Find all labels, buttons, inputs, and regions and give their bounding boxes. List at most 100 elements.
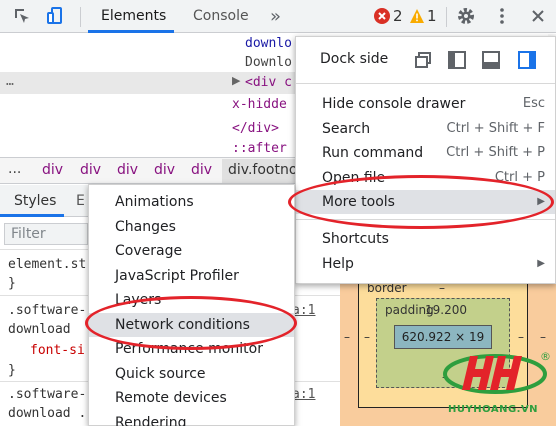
tab-console[interactable]: Console [193, 0, 249, 33]
submenu-item-changes[interactable]: Changes [89, 215, 294, 239]
menu-item-label: More tools [322, 194, 395, 210]
submenu-item-network-conditions[interactable]: Network conditions [89, 313, 294, 337]
breadcrumb-item[interactable]: div [42, 162, 63, 178]
menu-separator [296, 219, 555, 220]
filter-placeholder: Filter [11, 226, 46, 242]
menu-item-label: Quick source [115, 366, 206, 382]
submenu-item-quick-source[interactable]: Quick source [89, 362, 294, 386]
css-selector[interactable]: element.st [8, 257, 86, 272]
dom-line[interactable]: x-hidde [232, 97, 287, 112]
warning-count[interactable]: 1 [427, 7, 437, 25]
border-right-value[interactable]: – [518, 330, 524, 344]
source-link[interactable]: a:1 [292, 387, 315, 402]
dom-line[interactable]: </div> [232, 121, 279, 136]
css-selector-cont[interactable]: download [8, 322, 71, 337]
dom-line[interactable]: downlo [245, 36, 292, 51]
submenu-item-rendering[interactable]: Rendering [89, 411, 294, 426]
inspect-element-icon[interactable] [12, 6, 32, 26]
warning-icon [409, 8, 425, 28]
dock-left-icon[interactable] [448, 51, 466, 73]
close-icon[interactable] [528, 6, 548, 26]
more-tools-submenu: Animations Changes Coverage JavaScript P… [88, 184, 295, 426]
menu-item-shortcut: Ctrl + Shift + P [446, 145, 545, 160]
menu-item-label: Animations [115, 194, 194, 210]
dom-tree: downlo Downlo … ▶ <div c x-hidde </div> … [0, 34, 300, 156]
toolbar-separator [80, 7, 81, 27]
submenu-item-animations[interactable]: Animations [89, 190, 294, 214]
css-brace: } [8, 276, 16, 291]
dom-line[interactable]: <div c [245, 75, 292, 90]
devtools-toolbar: Elements Console » 2 1 [0, 0, 556, 33]
ellipsis-button[interactable]: … [6, 74, 14, 89]
huyhoang-watermark-logo: ® HUYHOANG.VN [440, 348, 556, 426]
menu-item-label: Search [322, 121, 371, 137]
submenu-item-javascript-profiler[interactable]: JavaScript Profiler [89, 264, 294, 288]
more-tabs-button[interactable]: » [270, 0, 281, 33]
breadcrumb-ellipsis[interactable]: ... [8, 161, 21, 177]
menu-item-run-command[interactable]: Run command Ctrl + Shift + P [296, 141, 555, 165]
dock-undock-icon[interactable] [414, 51, 432, 73]
menu-item-help[interactable]: Help ▶ [296, 252, 555, 276]
dock-right-icon[interactable] [518, 51, 536, 73]
menu-item-label: Coverage [115, 243, 183, 259]
breadcrumb-current[interactable]: div.footno [228, 162, 297, 178]
submenu-arrow-icon: ▶ [537, 258, 545, 269]
menu-item-hide-console-drawer[interactable]: Hide console drawer Esc [296, 92, 555, 116]
menu-item-label: Rendering [115, 415, 187, 426]
filter-input[interactable]: Filter [4, 223, 88, 245]
menu-item-label: JavaScript Profiler [115, 268, 239, 284]
menu-item-label: Help [322, 256, 354, 272]
tab-event-listeners[interactable]: E [76, 193, 85, 209]
css-selector[interactable]: .software- [8, 303, 86, 318]
css-selector[interactable]: .software- [8, 387, 86, 402]
css-brace: } [8, 363, 16, 378]
menu-item-label: Hide console drawer [322, 96, 466, 112]
tab-elements[interactable]: Elements [101, 0, 166, 33]
submenu-arrow-icon: ▶ [537, 196, 545, 207]
dom-line[interactable]: Downlo [245, 55, 292, 70]
css-property[interactable]: font-si [30, 343, 85, 358]
menu-item-shortcuts[interactable]: Shortcuts [296, 227, 555, 251]
breadcrumb-item[interactable]: div [191, 162, 212, 178]
tab-styles[interactable]: Styles [14, 193, 56, 209]
submenu-item-layers[interactable]: Layers [89, 288, 294, 312]
margin-left-value[interactable]: – [344, 330, 350, 344]
error-icon [374, 8, 390, 24]
settings-gear-icon[interactable] [456, 6, 476, 26]
margin-right-value[interactable]: – [540, 330, 546, 344]
registered-mark: ® [540, 350, 551, 363]
dom-line[interactable]: ::after [232, 141, 287, 156]
menu-item-label: Changes [115, 219, 176, 235]
submenu-item-coverage[interactable]: Coverage [89, 239, 294, 263]
active-tab-indicator [88, 30, 174, 33]
breadcrumb-item[interactable]: div [80, 162, 101, 178]
source-link[interactable]: a:1 [292, 303, 315, 318]
border-left-value[interactable]: – [364, 330, 370, 344]
breadcrumb: ... div div div div div div.footno [0, 157, 300, 184]
menu-item-shortcut: Esc [522, 96, 545, 111]
menu-item-shortcut: Ctrl + Shift + F [446, 121, 545, 136]
menu-item-label: Performance monitor [115, 341, 263, 357]
menu-item-label: Network conditions [115, 317, 250, 333]
menu-item-label: Open file [322, 170, 386, 186]
box-model-content[interactable]: 620.922 × 19 [394, 325, 492, 349]
menu-item-open-file[interactable]: Open file Ctrl + P [296, 166, 555, 190]
breadcrumb-item[interactable]: div [154, 162, 175, 178]
expand-triangle-icon[interactable]: ▶ [232, 74, 240, 87]
menu-item-label: Shortcuts [322, 231, 389, 247]
dock-side-label: Dock side [320, 51, 389, 67]
submenu-item-remote-devices[interactable]: Remote devices [89, 386, 294, 410]
kebab-menu-icon[interactable] [492, 6, 512, 26]
menu-item-more-tools[interactable]: More tools ▶ [296, 190, 555, 214]
dock-bottom-icon[interactable] [482, 51, 500, 73]
css-selector-cont[interactable]: download . [8, 406, 86, 421]
device-toolbar-icon[interactable] [46, 6, 66, 26]
menu-item-shortcut: Ctrl + P [494, 170, 545, 185]
submenu-item-performance-monitor[interactable]: Performance monitor [89, 337, 294, 361]
padding-value[interactable]: 19.200 [425, 303, 467, 317]
menu-item-label: Layers [115, 292, 162, 308]
breadcrumb-item[interactable]: div [117, 162, 138, 178]
active-tab-indicator [0, 214, 64, 217]
menu-item-search[interactable]: Search Ctrl + Shift + F [296, 117, 555, 141]
error-count[interactable]: 2 [393, 7, 403, 25]
